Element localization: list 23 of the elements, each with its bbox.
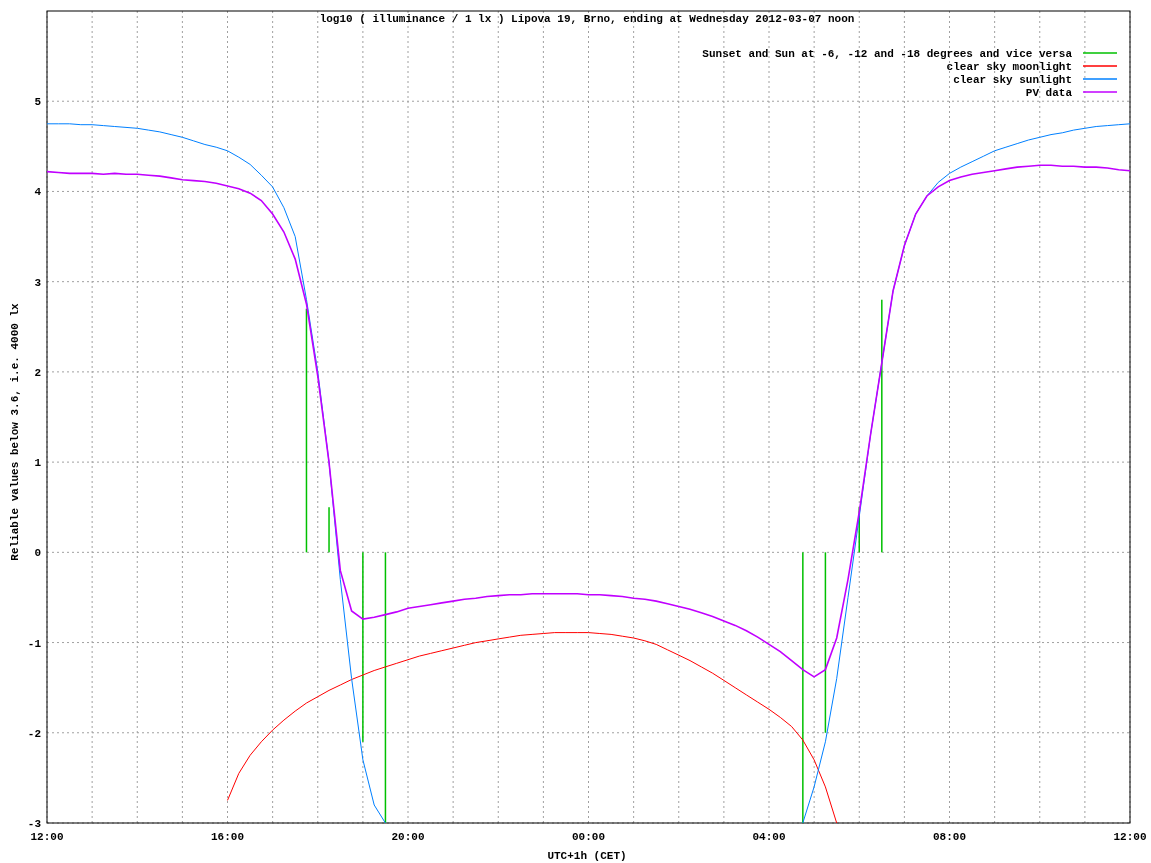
tick-label: 0 <box>34 547 41 560</box>
tick-label: 5 <box>34 96 41 109</box>
tick-label: -2 <box>27 727 41 740</box>
axis-label: Reliable values below 3.6, i.e. 4000 lx <box>9 303 21 561</box>
tick-label: 12:00 <box>30 831 64 843</box>
tick-label: 12:00 <box>1113 831 1147 843</box>
chart-title: log10 ( illuminance / 1 lx ) Lipova 19, Brno, ending at Wednesday 2012-03-07 noon <box>319 13 855 25</box>
tick-label: 16:00 <box>211 831 244 843</box>
tick-label: 1 <box>34 457 41 470</box>
legend-label: PV data <box>1025 87 1072 99</box>
tick-label: 2 <box>34 366 41 379</box>
tick-label: 04:00 <box>752 831 786 843</box>
legend-label: clear sky moonlight <box>946 61 1072 73</box>
tick-label: 08:00 <box>933 831 966 843</box>
tick-label: 20:00 <box>391 831 425 843</box>
legend-label: clear sky sunlight <box>953 74 1072 86</box>
tick-label: -3 <box>27 818 41 830</box>
tick-label: 4 <box>34 186 41 199</box>
tick-label: 00:00 <box>572 831 605 843</box>
tick-label: 3 <box>34 276 41 289</box>
axis-label: UTC+1h (CET) <box>547 850 627 862</box>
legend-label: Sunset and Sun at -6, -12 and -18 degrees and vice versa <box>702 48 1072 60</box>
tick-label: -1 <box>27 637 41 650</box>
